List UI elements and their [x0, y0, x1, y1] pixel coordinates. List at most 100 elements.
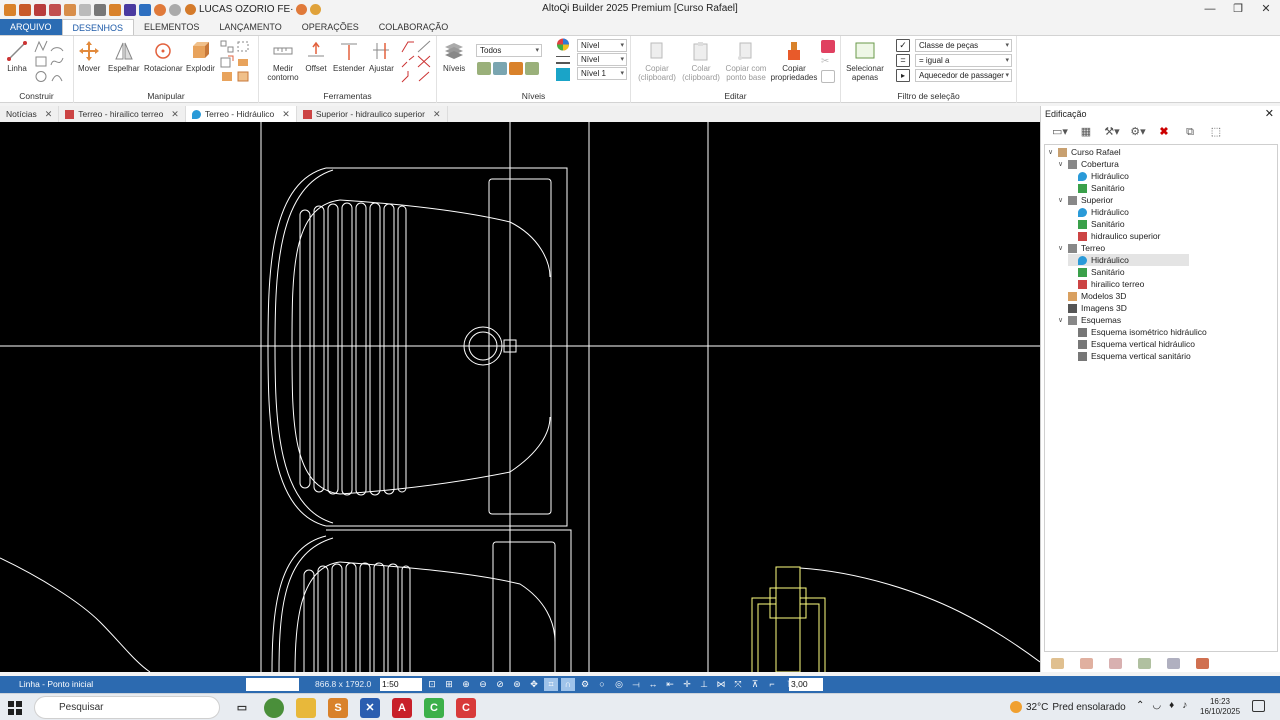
zoom-in-icon[interactable]: ⊕ [459, 678, 473, 691]
weather-widget[interactable]: 32°C Pred ensolarado [1010, 701, 1126, 713]
chevron-down-icon[interactable]: ∨ [1058, 244, 1066, 252]
tree-item[interactable]: Sanitário [1068, 266, 1125, 278]
measure-status-icon[interactable]: ⌐ [765, 678, 779, 691]
redo-icon[interactable] [169, 3, 181, 16]
tab-lancamento[interactable]: LANÇAMENTO [209, 19, 291, 35]
filter-class-select[interactable]: Classe de peças [915, 39, 1012, 52]
filter-check-icon[interactable]: ✓ [896, 39, 910, 52]
filter-equal-icon[interactable]: = [896, 54, 910, 67]
spline-icon[interactable] [50, 55, 64, 68]
panel-tab-2-icon[interactable] [1080, 658, 1093, 669]
filter-value-select[interactable]: Aquecedor de passager [915, 69, 1012, 82]
tree-item[interactable]: ∨ Superior [1058, 194, 1113, 206]
intersect-icon[interactable] [417, 55, 431, 68]
tree-item[interactable]: ∨ Curso Rafael [1048, 146, 1121, 158]
save-icon[interactable] [49, 3, 61, 16]
layer-on-icon[interactable] [477, 62, 491, 75]
task-view-icon[interactable]: ▭ [232, 698, 252, 718]
building-edit-icon[interactable]: ▦ [1077, 125, 1095, 139]
settings-gear-icon[interactable]: ⚙ [578, 678, 592, 691]
offset-button[interactable]: Offset [305, 40, 327, 73]
doc-tab-superior[interactable]: Superior - hidraulico superior ✕ [297, 106, 448, 122]
help-icon[interactable] [310, 4, 322, 15]
chevron-down-icon[interactable]: ∨ [1058, 160, 1066, 168]
niveis-button[interactable]: Níveis [443, 40, 465, 73]
camtasia-recorder-icon[interactable]: C [456, 698, 476, 718]
filter-apply-icon[interactable]: ▸ [896, 69, 910, 82]
copiar-propriedades-button[interactable]: Copiar propriedades [771, 40, 817, 82]
close-tab-icon[interactable]: ✕ [433, 109, 441, 120]
tree-item[interactable]: ∨ Cobertura [1058, 158, 1119, 170]
close-tab-icon[interactable]: ✕ [171, 109, 179, 120]
tree-item[interactable]: Esquema vertical hidráulico [1068, 338, 1195, 350]
tab-arquivo[interactable]: ARQUIVO [0, 19, 62, 35]
scale-icon[interactable] [220, 55, 234, 68]
tree-item[interactable]: Sanitário [1068, 182, 1125, 194]
minimize-button[interactable]: — [1196, 0, 1224, 19]
tree-item[interactable]: ∨ Terreo [1058, 242, 1105, 254]
polyline-icon[interactable] [34, 40, 48, 53]
orbit-icon[interactable]: ○ [595, 678, 609, 691]
tree-item[interactable]: Hidráulico [1068, 254, 1189, 266]
file-explorer-icon[interactable] [296, 698, 316, 718]
panel-tab-4-icon[interactable] [1138, 658, 1151, 669]
properties-icon[interactable] [821, 70, 835, 83]
plot-icon[interactable] [109, 3, 121, 16]
bim-icon[interactable] [139, 3, 151, 16]
tree-item[interactable]: Sanitário [1068, 218, 1125, 230]
fillet-icon[interactable] [401, 40, 415, 53]
espelhar-button[interactable]: Espelhar [108, 40, 140, 73]
chamfer-icon[interactable] [417, 40, 431, 53]
level-select-current[interactable]: Nível 1 [577, 67, 627, 80]
clock[interactable]: 16:23 16/10/2025 [1200, 697, 1240, 717]
close-tab-icon[interactable]: ✕ [282, 109, 290, 120]
panel-tab-6-icon[interactable] [1196, 658, 1209, 669]
level-select-weight[interactable]: Nível [577, 53, 627, 66]
stretch-icon[interactable] [236, 55, 250, 68]
view-options-icon[interactable]: ▭▾ [1051, 125, 1069, 139]
array-icon[interactable] [220, 40, 234, 53]
align-icon[interactable] [220, 70, 234, 83]
close-tab-icon[interactable]: ✕ [45, 109, 53, 120]
ajustar-button[interactable]: Ajustar [369, 40, 394, 73]
undo-icon[interactable] [154, 3, 166, 16]
new-file-icon[interactable] [19, 3, 31, 16]
linha-button[interactable]: Linha [6, 40, 28, 73]
circle-icon[interactable] [34, 70, 48, 83]
medir-contorno-button[interactable]: Medir contorno [265, 40, 301, 82]
notification-icon[interactable] [1252, 700, 1265, 712]
maximize-button[interactable]: ❐ [1224, 0, 1252, 19]
filter-operator-select[interactable]: = igual a [915, 54, 1012, 67]
rectangle-icon[interactable] [34, 55, 48, 68]
camtasia-icon[interactable]: C [424, 698, 444, 718]
cross-icon[interactable]: ✛ [680, 678, 694, 691]
expand-icon[interactable]: ⤧ [731, 678, 745, 691]
chevron-down-icon[interactable]: ∨ [1058, 316, 1066, 324]
target-icon[interactable]: ◎ [612, 678, 626, 691]
open-file-icon[interactable] [34, 3, 46, 16]
cut-icon[interactable]: ✂ [821, 55, 835, 68]
layer-lock-icon[interactable] [509, 62, 523, 75]
acrobat-icon[interactable]: A [392, 698, 412, 718]
panel-tab-3-icon[interactable] [1109, 658, 1122, 669]
close-window-button[interactable]: ✕ [1252, 0, 1280, 19]
panel-tab-1-icon[interactable] [1051, 658, 1064, 669]
tree-item[interactable]: ∨ Esquemas [1058, 314, 1121, 326]
line-weight-icon[interactable] [556, 56, 570, 64]
doc-tab-terreo-hidraulico[interactable]: Terreo - Hidráulico ✕ [185, 106, 297, 122]
windows-start-icon[interactable] [8, 701, 22, 715]
arc-icon[interactable] [50, 40, 64, 53]
chevron-up-icon[interactable]: ⌃ [1136, 700, 1144, 711]
tree-item[interactable]: hidraulico superior [1068, 230, 1160, 242]
chevron-down-icon[interactable]: ∨ [1048, 148, 1056, 156]
selecionar-apenas-button[interactable]: Selecionar apenas [845, 40, 885, 82]
export-icon[interactable]: ⧉ [1181, 125, 1199, 139]
rotacionar-button[interactable]: Rotacionar [144, 40, 183, 73]
join-icon[interactable] [401, 70, 415, 83]
settings-icon[interactable] [296, 4, 308, 15]
copiar-ponto-base-button[interactable]: Copiar com ponto base [724, 40, 768, 82]
tools-icon[interactable]: ⚒▾ [1103, 125, 1121, 139]
zoom-out-icon[interactable]: ⊖ [476, 678, 490, 691]
color-wheel-icon[interactable] [556, 38, 570, 51]
tree-item[interactable]: Esquema isométrico hidráulico [1068, 326, 1207, 338]
